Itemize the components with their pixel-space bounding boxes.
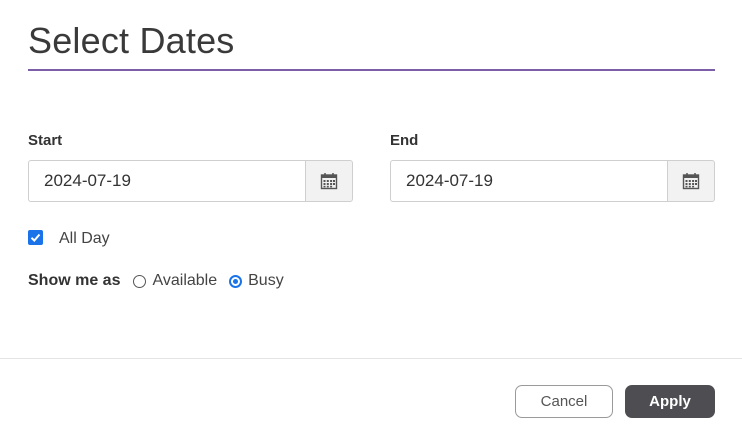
footer-divider — [0, 358, 742, 359]
end-calendar-button[interactable] — [667, 160, 715, 202]
start-date-input[interactable] — [28, 160, 305, 202]
busy-radio-label: Busy — [248, 272, 284, 289]
available-radio-label: Available — [152, 272, 218, 289]
calendar-icon — [682, 173, 700, 190]
start-date-group — [28, 160, 353, 202]
checkmark-icon — [30, 233, 41, 242]
end-date-group — [390, 160, 715, 202]
availability-option-available[interactable]: Available — [133, 272, 217, 290]
apply-button[interactable]: Apply — [625, 385, 715, 418]
calendar-icon — [320, 173, 338, 190]
dialog-title: Select Dates — [28, 20, 235, 61]
all-day-label: All Day — [59, 230, 110, 247]
title-divider — [28, 69, 715, 71]
show-me-as-row: Show me as Available Busy — [28, 272, 296, 290]
cancel-button[interactable]: Cancel — [515, 385, 613, 418]
select-dates-dialog: Select Dates Start End — [0, 0, 742, 437]
all-day-row: All Day — [28, 226, 110, 248]
end-label: End — [390, 132, 419, 149]
start-calendar-button[interactable] — [305, 160, 353, 202]
busy-radio[interactable] — [229, 274, 243, 288]
start-label: Start — [28, 132, 63, 149]
available-radio[interactable] — [133, 274, 147, 288]
all-day-checkbox[interactable] — [28, 229, 43, 245]
end-date-input[interactable] — [390, 160, 667, 202]
availability-option-busy[interactable]: Busy — [229, 272, 284, 290]
show-me-as-label: Show me as — [28, 272, 121, 289]
